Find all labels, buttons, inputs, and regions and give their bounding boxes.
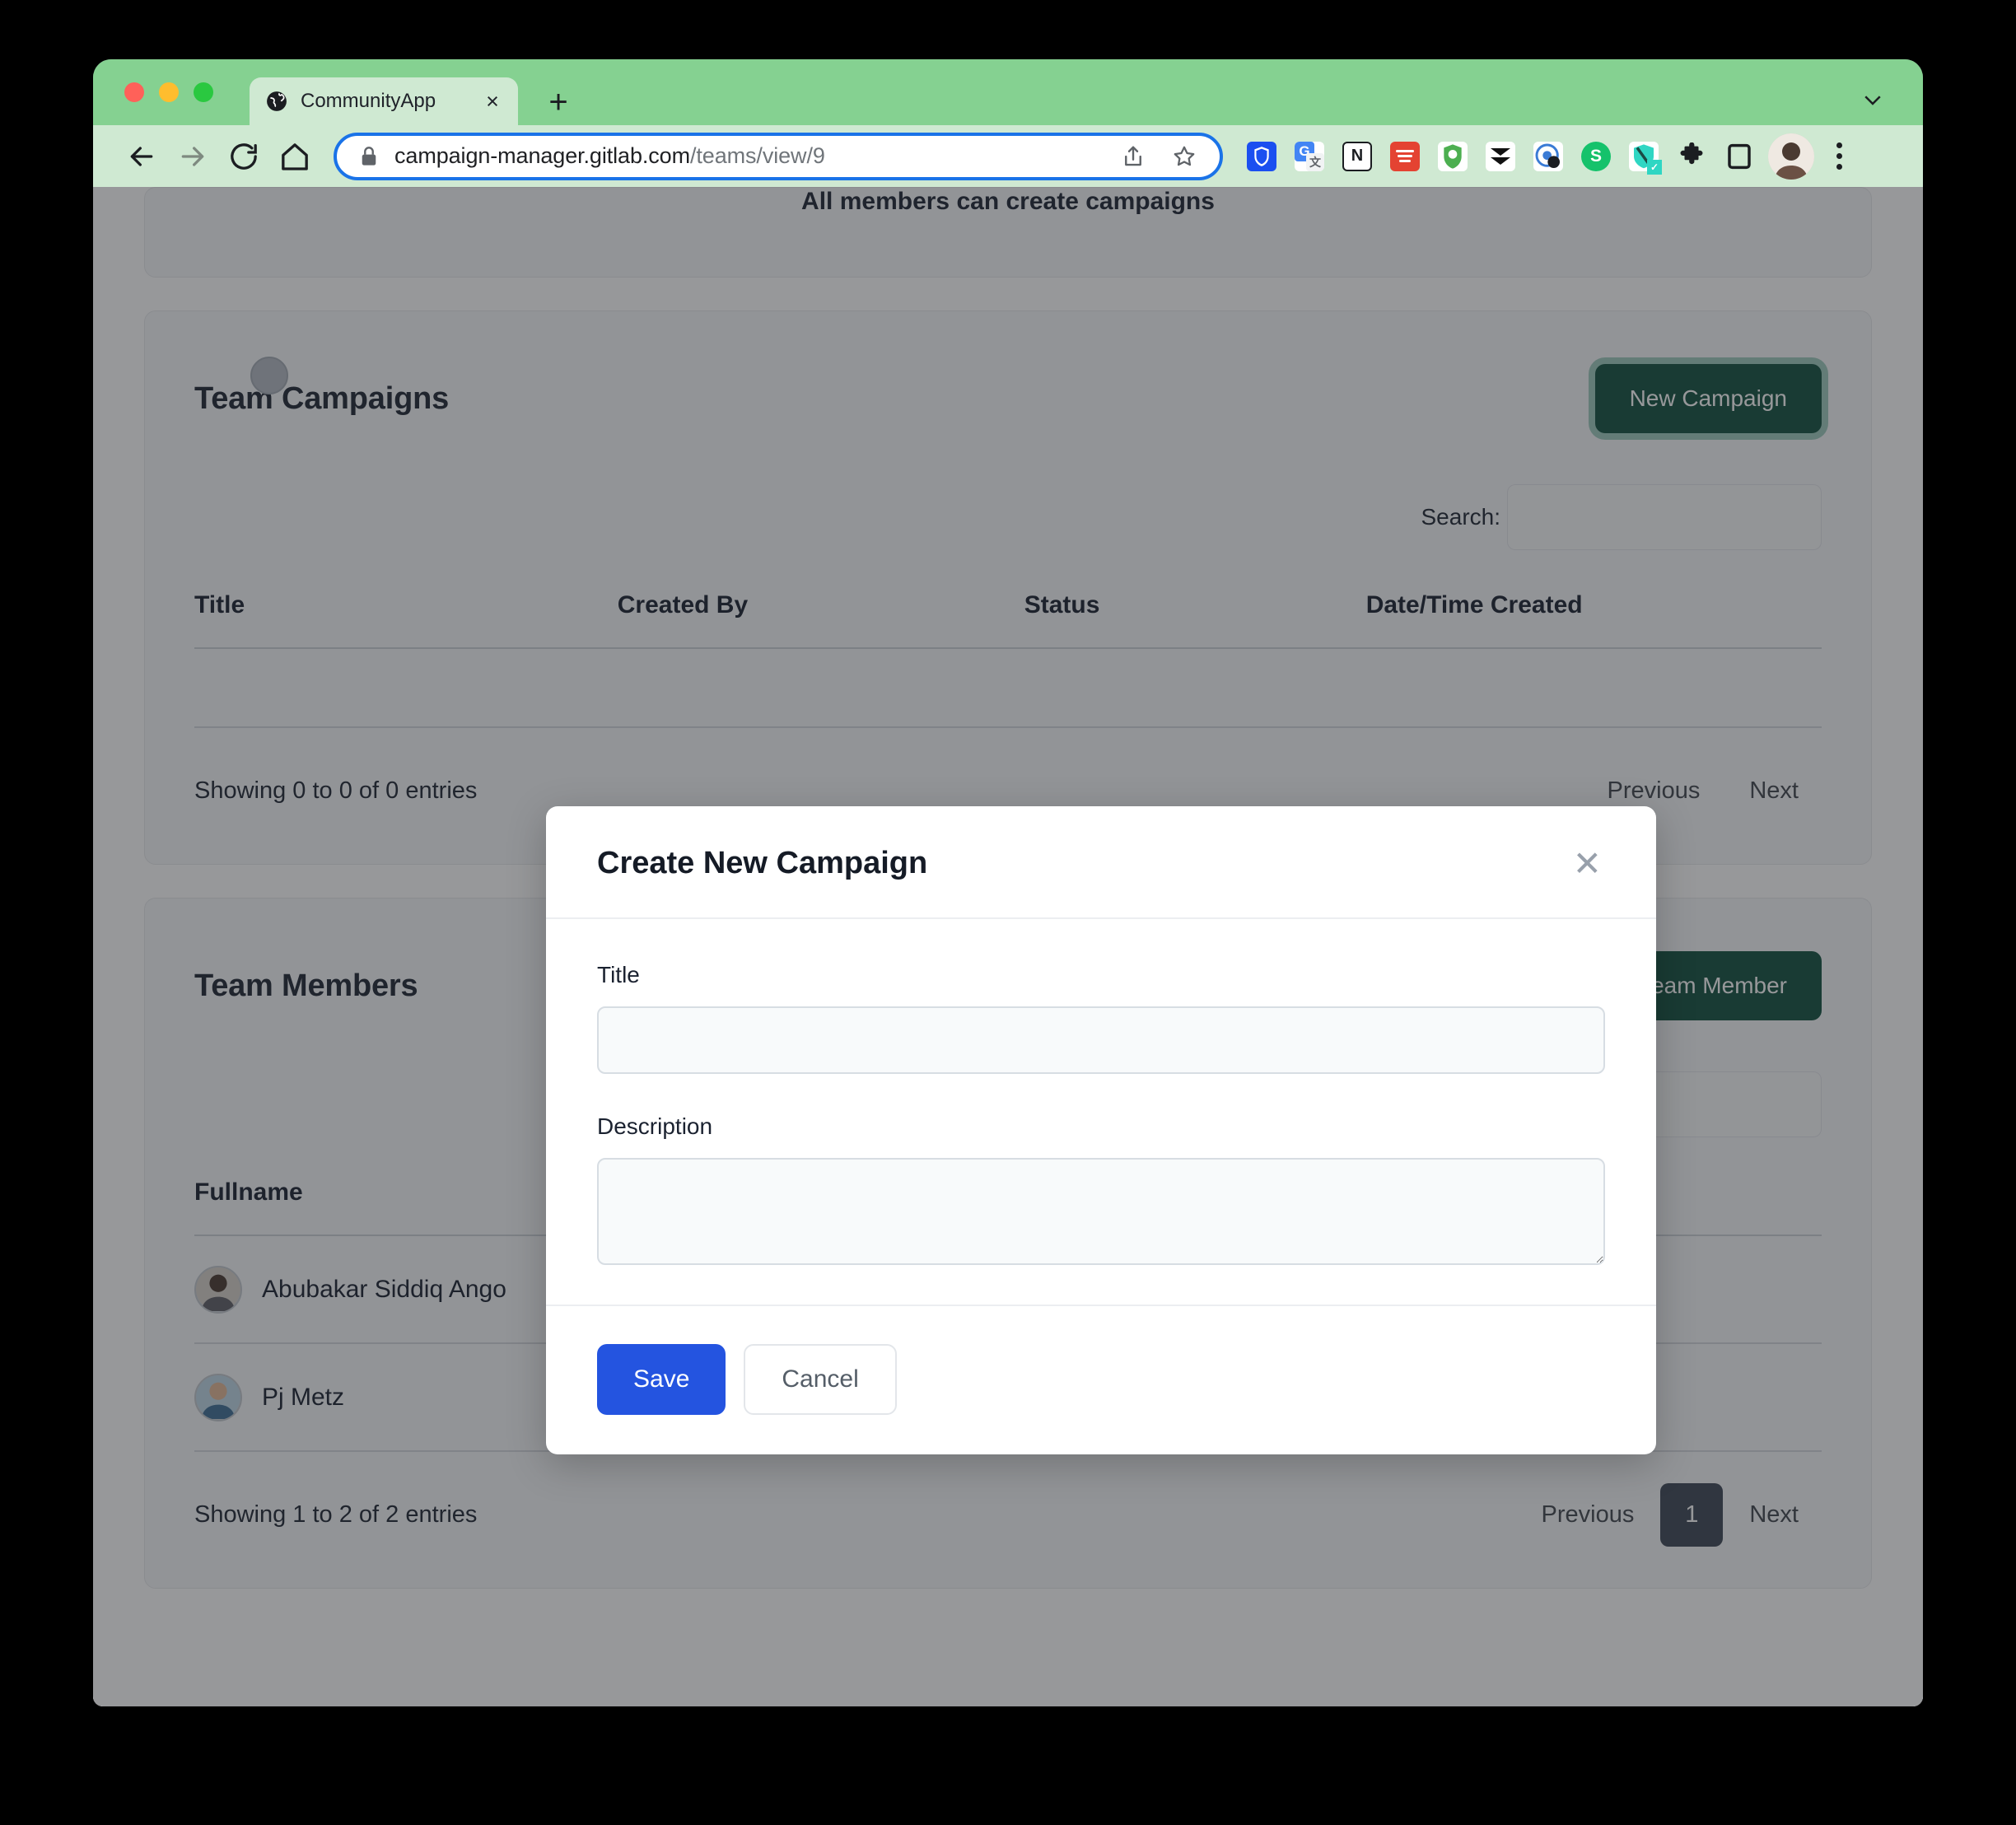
modal-header: Create New Campaign ✕ <box>546 806 1656 919</box>
side-panel-icon[interactable] <box>1715 133 1763 180</box>
url-text: campaign-manager.gitlab.com/teams/view/9 <box>394 143 1099 169</box>
minimize-window-button[interactable] <box>159 82 179 102</box>
modal-footer: Save Cancel <box>546 1305 1656 1454</box>
cancel-button[interactable]: Cancel <box>744 1344 897 1415</box>
title-input[interactable] <box>597 1006 1605 1074</box>
browser-tab[interactable]: CommunityApp × <box>250 77 518 125</box>
modal-body: Title Description <box>546 919 1656 1305</box>
todoist-extension-icon[interactable] <box>1381 133 1429 180</box>
bookmark-star-icon[interactable] <box>1167 139 1202 174</box>
google-translate-extension-icon[interactable]: G 文 <box>1286 133 1333 180</box>
privacy-lock-extension-icon[interactable] <box>1524 133 1572 180</box>
share-icon[interactable] <box>1116 139 1150 174</box>
description-field-label: Description <box>597 1113 713 1139</box>
extensions-strip: G 文 N S ✓ <box>1238 133 1763 180</box>
title-field-label: Title <box>597 962 640 987</box>
window-traffic-lights <box>124 82 213 102</box>
close-icon[interactable]: ✕ <box>1570 846 1605 881</box>
page-viewport: All members can create campaigns Team Ca… <box>93 187 1923 1706</box>
browser-window: CommunityApp × + campaign-manager.gitlab… <box>93 59 1923 1706</box>
shield-extension-icon[interactable] <box>1238 133 1286 180</box>
new-tab-button[interactable]: + <box>542 86 575 119</box>
url-domain: campaign-manager.gitlab.com <box>394 143 690 168</box>
puzzle-extensions-menu-icon[interactable] <box>1668 133 1715 180</box>
tab-title: CommunityApp <box>301 90 436 112</box>
modal-title: Create New Campaign <box>597 846 928 880</box>
create-campaign-modal: Create New Campaign ✕ Title Description … <box>546 806 1656 1454</box>
save-button[interactable]: Save <box>597 1344 726 1415</box>
evernote-extension-icon[interactable]: ✓ <box>1620 133 1668 180</box>
reload-button[interactable] <box>218 131 269 182</box>
field-spacer <box>597 1074 1605 1113</box>
pia-vpn-extension-icon[interactable] <box>1429 133 1477 180</box>
address-bar[interactable]: campaign-manager.gitlab.com/teams/view/9 <box>334 132 1223 180</box>
forward-button[interactable] <box>167 131 218 182</box>
kebab-menu-icon[interactable] <box>1819 133 1859 180</box>
close-tab-button[interactable]: × <box>482 90 503 112</box>
buffer-extension-icon[interactable] <box>1477 133 1524 180</box>
profile-avatar[interactable] <box>1768 133 1814 180</box>
chevron-down-icon[interactable] <box>1857 84 1888 115</box>
url-path: /teams/view/9 <box>690 143 825 168</box>
globe-icon <box>266 91 287 112</box>
close-window-button[interactable] <box>124 82 144 102</box>
browser-tab-strip: CommunityApp × + <box>93 59 1923 125</box>
browser-toolbar: campaign-manager.gitlab.com/teams/view/9… <box>93 125 1923 187</box>
lock-icon <box>360 146 378 167</box>
home-button[interactable] <box>269 131 320 182</box>
maximize-window-button[interactable] <box>194 82 213 102</box>
description-textarea[interactable] <box>597 1158 1605 1265</box>
back-button[interactable] <box>116 131 167 182</box>
grammarly-extension-icon[interactable]: S <box>1572 133 1620 180</box>
notion-extension-icon[interactable]: N <box>1333 133 1381 180</box>
